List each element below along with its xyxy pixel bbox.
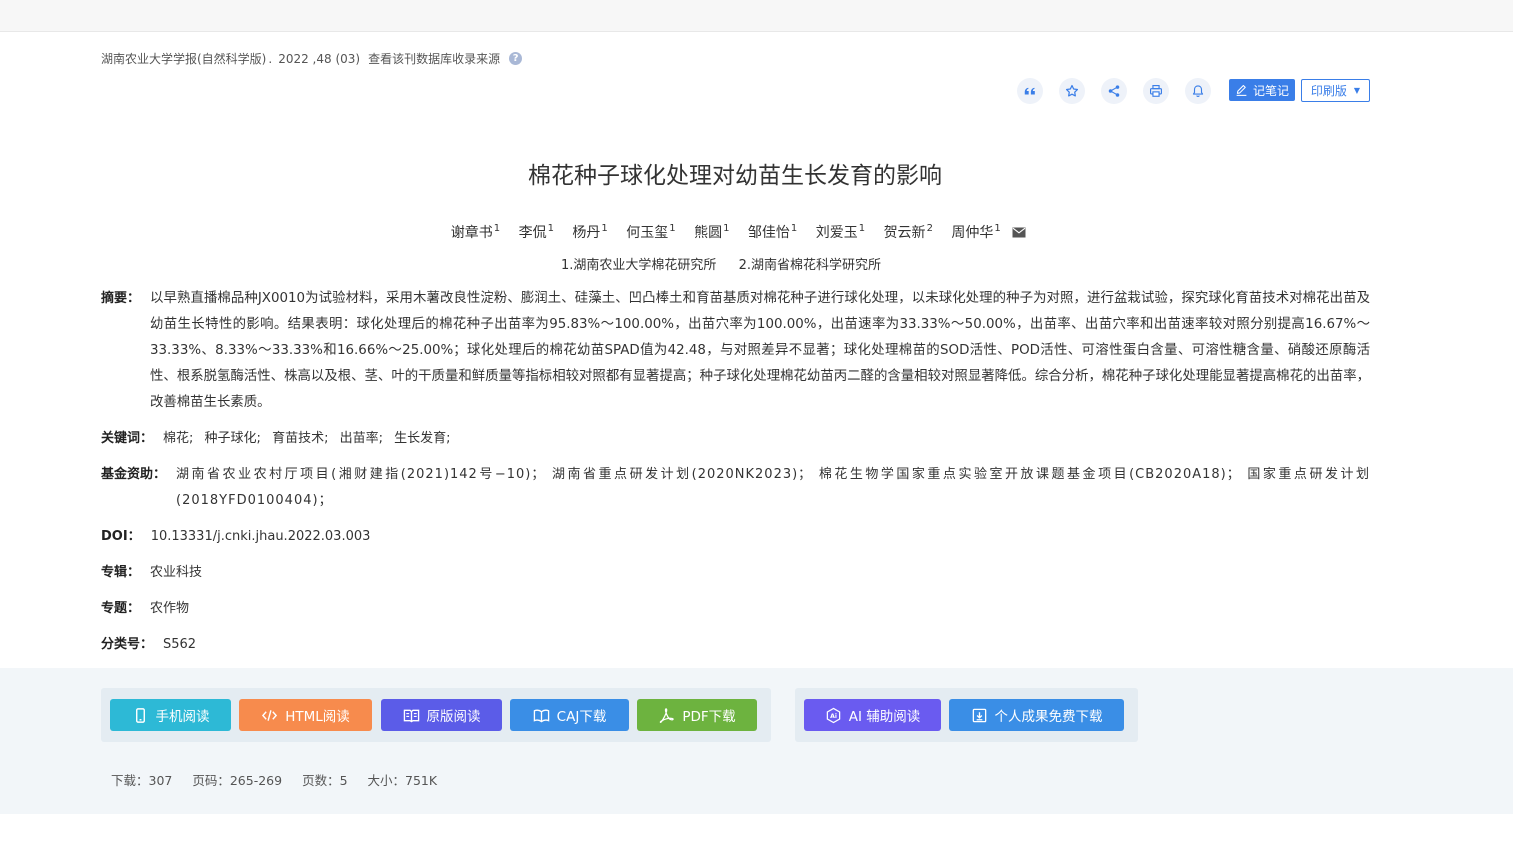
album-label: 专辑： <box>101 565 141 580</box>
bell-icon <box>1192 85 1204 98</box>
page-range: 页码：265-269 <box>192 773 283 788</box>
keyword-link[interactable]: 育苗技术; <box>272 431 328 446</box>
pdf-icon <box>660 707 675 723</box>
cite-button[interactable] <box>1017 78 1043 104</box>
code-icon <box>262 709 278 721</box>
fund-row: 基金资助： 湖南省农业农村厅项目(湘财建指(2021)142号−10)； 湖南省… <box>101 462 1370 514</box>
author-link[interactable]: 刘爱玉1 <box>816 223 865 241</box>
quote-icon <box>1024 87 1035 95</box>
reading-button-group: 手机阅读 HTML阅读 原版阅读 CAJ下载 PDF下载 <box>101 688 771 742</box>
album-value: 农业科技 <box>150 565 203 580</box>
book-icon <box>533 709 549 722</box>
journal-source: 湖南农业大学学报(自然科学版) . 2022 ,48 (03) 查看该刊数据库收… <box>101 50 523 67</box>
topic-row: 专题： 农作物 <box>101 596 1370 622</box>
phone-icon <box>135 707 145 723</box>
topic-value: 农作物 <box>150 601 190 616</box>
class-label: 分类号： <box>101 637 154 652</box>
keyword-link[interactable]: 棉花; <box>163 431 193 446</box>
file-size: 大小：751K <box>367 773 438 788</box>
download-count: 下载：307 <box>111 773 173 788</box>
pdf-download-button[interactable]: PDF下载 <box>637 699 757 731</box>
author-link[interactable]: 邹佳怡1 <box>748 223 797 241</box>
keyword-link[interactable]: 生长发育; <box>394 431 450 446</box>
ai-assist-button[interactable]: Ai AI 辅助阅读 <box>804 699 941 731</box>
article-metadata: 摘要： 以早熟直播棉品种JX0010为试验材料，采用木薯改良性淀粉、膨润土、硅藻… <box>101 286 1370 668</box>
author-link[interactable]: 李侃1 <box>519 223 554 241</box>
caj-download-button[interactable]: CAJ下载 <box>510 699 629 731</box>
author-link[interactable]: 贺云新2 <box>884 223 933 241</box>
take-note-button[interactable]: 记笔记 <box>1229 79 1295 101</box>
article-page: 湖南农业大学学报(自然科学版) . 2022 ,48 (03) 查看该刊数据库收… <box>0 32 1513 864</box>
printer-icon <box>1150 85 1162 97</box>
mail-icon[interactable] <box>1012 227 1026 238</box>
author-list: 谢章书1 李侃1 杨丹1 何玉玺1 熊圆1 邹佳怡1 刘爱玉1 贺云新2 周仲华… <box>0 222 1470 242</box>
caret-down-icon: ▼ <box>1353 86 1361 95</box>
article-title: 棉花种子球化处理对幼苗生长发育的影响 <box>528 163 942 189</box>
question-circle-icon[interactable]: ? <box>509 52 523 65</box>
page-count: 页数：5 <box>302 773 348 788</box>
assist-button-group: Ai AI 辅助阅读 个人成果免费下载 <box>795 688 1138 742</box>
share-icon <box>1108 85 1120 97</box>
download-icon <box>972 708 986 722</box>
fund-text[interactable]: 湖南省农业农村厅项目(湘财建指(2021)142号−10)； 湖南省重点研发计划… <box>176 462 1370 514</box>
class-row: 分类号： S562 <box>101 632 1370 658</box>
article-stats: 下载：307 页码：265-269 页数：5 大小：751K <box>111 770 453 789</box>
abstract-row: 摘要： 以早熟直播棉品种JX0010为试验材料，采用木薯改良性淀粉、膨润土、硅藻… <box>101 286 1370 416</box>
author-link[interactable]: 谢章书1 <box>451 223 500 241</box>
alert-button[interactable] <box>1185 78 1211 104</box>
keywords-row: 关键词： 棉花; 种子球化; 育苗技术; 出苗率; 生长发育; <box>101 426 1370 452</box>
organization-link[interactable]: 2.湖南省棉花科学研究所 <box>739 258 881 273</box>
favorite-button[interactable] <box>1059 78 1085 104</box>
author-link[interactable]: 熊圆1 <box>694 223 729 241</box>
organization-list: 1.湖南农业大学棉花研究所 2.湖南省棉花科学研究所 <box>0 254 1442 273</box>
topic-label: 专题： <box>101 601 141 616</box>
take-note-label: 记笔记 <box>1252 83 1289 98</box>
journal-issue-link[interactable]: 2022 ,48 (03) <box>278 52 360 66</box>
doi-row: DOI： 10.13331/j.cnki.jhau.2022.03.003 <box>101 524 1370 550</box>
share-button[interactable] <box>1101 78 1127 104</box>
reading-actions: 手机阅读 HTML阅读 原版阅读 CAJ下载 PDF下载 Ai AI 辅助阅读 … <box>0 668 1513 814</box>
source-separator: . <box>268 51 273 66</box>
print-edition-label: 印刷版 <box>1310 84 1347 98</box>
original-read-button[interactable]: 原版阅读 <box>381 699 502 731</box>
html-read-button[interactable]: HTML阅读 <box>239 699 372 731</box>
article-tools <box>1017 78 1227 104</box>
svg-text:Ai: Ai <box>830 712 837 719</box>
fund-label: 基金资助： <box>101 467 167 482</box>
print-edition-dropdown[interactable]: 印刷版 ▼ <box>1301 79 1370 102</box>
keywords-label: 关键词： <box>101 431 154 446</box>
class-value: S562 <box>163 637 197 652</box>
organization-link[interactable]: 1.湖南农业大学棉花研究所 <box>561 258 716 273</box>
print-button[interactable] <box>1143 78 1169 104</box>
abstract-label: 摘要： <box>101 291 141 306</box>
abstract-text: 以早熟直播棉品种JX0010为试验材料，采用木薯改良性淀粉、膨润土、硅藻土、凹凸… <box>150 291 1370 410</box>
mobile-read-button[interactable]: 手机阅读 <box>110 699 231 731</box>
author-link[interactable]: 杨丹1 <box>572 223 607 241</box>
doi-value: 10.13331/j.cnki.jhau.2022.03.003 <box>150 529 371 544</box>
keyword-link[interactable]: 出苗率; <box>340 431 383 446</box>
star-icon <box>1065 84 1079 97</box>
keyword-link[interactable]: 种子球化; <box>205 431 261 446</box>
journal-name-link[interactable]: 湖南农业大学学报(自然科学版) <box>101 50 266 67</box>
browser-top-bar <box>0 0 1513 32</box>
book-open-icon <box>403 709 419 722</box>
album-row: 专辑： 农业科技 <box>101 560 1370 586</box>
database-source-link[interactable]: 查看该刊数据库收录来源 <box>368 50 500 67</box>
free-download-button[interactable]: 个人成果免费下载 <box>949 699 1124 731</box>
edit-icon <box>1236 84 1247 96</box>
author-link[interactable]: 周仲华1 <box>951 223 1000 241</box>
doi-label: DOI： <box>101 529 141 544</box>
author-link[interactable]: 何玉玺1 <box>626 223 675 241</box>
ai-icon: Ai <box>826 707 840 723</box>
